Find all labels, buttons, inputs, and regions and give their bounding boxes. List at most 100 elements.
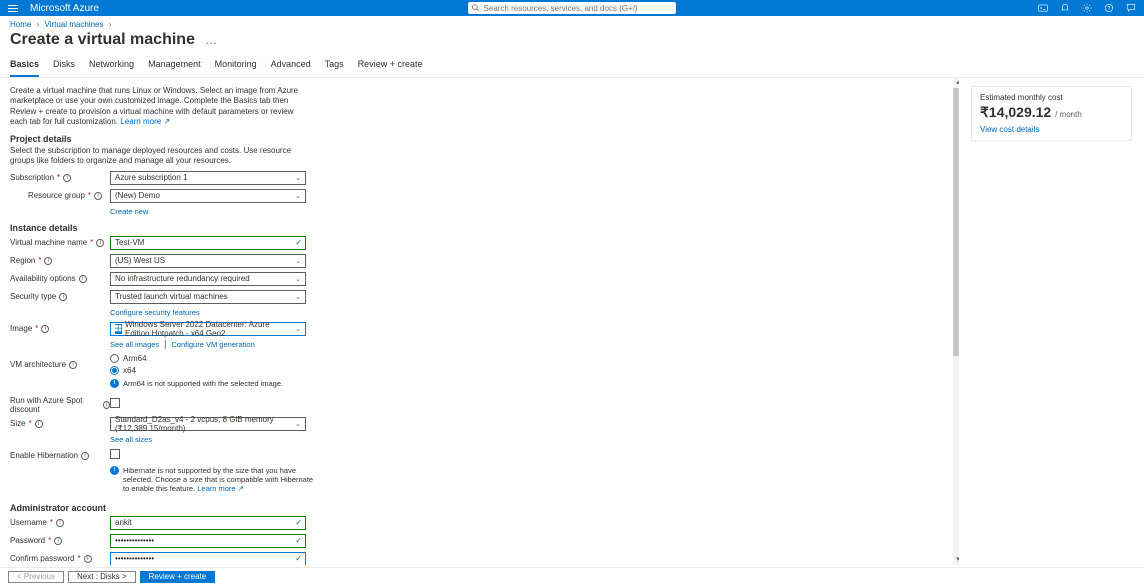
arch-note: iArm64 is not supported with the selecte… bbox=[110, 379, 310, 388]
tab-networking[interactable]: Networking bbox=[89, 55, 134, 77]
resource-group-select[interactable]: (New) Demo⌄ bbox=[110, 189, 306, 203]
info-icon[interactable]: i bbox=[35, 420, 43, 428]
check-icon: ✓ bbox=[295, 536, 302, 545]
scroll-thumb[interactable] bbox=[953, 88, 959, 356]
tab-review[interactable]: Review + create bbox=[358, 55, 423, 77]
info-icon[interactable]: i bbox=[56, 519, 64, 527]
availability-label: Availability options i bbox=[10, 274, 110, 283]
info-icon[interactable]: i bbox=[103, 401, 110, 409]
see-all-sizes-link[interactable]: See all sizes bbox=[110, 435, 152, 444]
info-icon[interactable]: i bbox=[94, 192, 102, 200]
intro-text: Create a virtual machine that runs Linux… bbox=[10, 86, 310, 128]
username-label: Username * i bbox=[10, 518, 110, 527]
chevron-down-icon: ⌄ bbox=[295, 275, 301, 283]
view-cost-details-link[interactable]: View cost details bbox=[980, 125, 1039, 134]
confirm-password-input[interactable]: ••••••••••••••✓ bbox=[110, 552, 306, 565]
info-icon[interactable]: i bbox=[41, 325, 49, 333]
size-select[interactable]: Standard_D2as_v4 - 2 vcpus, 8 GiB memory… bbox=[110, 417, 306, 431]
cloud-shell-icon[interactable] bbox=[1038, 3, 1048, 13]
search-input[interactable] bbox=[484, 4, 672, 13]
settings-icon[interactable] bbox=[1082, 3, 1092, 13]
check-icon: ✓ bbox=[295, 554, 302, 563]
subscription-label: Subscription * i bbox=[10, 173, 110, 182]
top-nav: Microsoft Azure ? bbox=[0, 0, 1144, 16]
wizard-footer: < Previous Next : Disks > Review + creat… bbox=[0, 567, 1144, 585]
cost-panel: Estimated monthly cost ₹14,029.12 / mont… bbox=[959, 78, 1144, 565]
resource-group-label: Resource group * i bbox=[10, 191, 110, 200]
chevron-down-icon: ⌄ bbox=[295, 192, 301, 200]
image-label: Image * i bbox=[10, 324, 110, 333]
help-icon[interactable]: ? bbox=[1104, 3, 1114, 13]
menu-icon[interactable] bbox=[8, 2, 20, 14]
wizard-tabs: Basics Disks Networking Management Monit… bbox=[0, 55, 1144, 78]
username-input[interactable]: ankit✓ bbox=[110, 516, 306, 530]
chevron-down-icon: ⌄ bbox=[295, 257, 301, 265]
more-actions-icon[interactable]: … bbox=[205, 33, 217, 47]
tab-basics[interactable]: Basics bbox=[10, 55, 39, 77]
intro-learn-more-link[interactable]: Learn more ↗ bbox=[120, 117, 170, 126]
info-icon[interactable]: i bbox=[79, 275, 87, 283]
region-select[interactable]: (US) West US⌄ bbox=[110, 254, 306, 268]
form-panel: Create a virtual machine that runs Linux… bbox=[0, 78, 959, 565]
image-select[interactable]: Windows Server 2022 Datacenter: Azure Ed… bbox=[110, 322, 306, 336]
confirm-password-label: Confirm password * i bbox=[10, 554, 110, 563]
review-create-button[interactable]: Review + create bbox=[140, 571, 216, 583]
check-icon: ✓ bbox=[295, 238, 302, 247]
section-instance-heading: Instance details bbox=[10, 223, 949, 233]
availability-select[interactable]: No infrastructure redundancy required⌄ bbox=[110, 272, 306, 286]
breadcrumb-vm[interactable]: Virtual machines bbox=[44, 20, 103, 29]
previous-button[interactable]: < Previous bbox=[8, 571, 64, 583]
create-new-rg-link[interactable]: Create new bbox=[110, 207, 148, 216]
cost-value: ₹14,029.12 / month bbox=[980, 104, 1123, 121]
spot-checkbox[interactable] bbox=[110, 398, 120, 408]
info-note-icon: i bbox=[110, 379, 119, 388]
security-type-label: Security type i bbox=[10, 292, 110, 301]
chevron-down-icon: ⌄ bbox=[295, 293, 301, 301]
vertical-scrollbar[interactable]: ▴ ▾ bbox=[953, 78, 959, 565]
info-icon[interactable]: i bbox=[81, 452, 89, 460]
hibernation-note: iHibernate is not supported by the size … bbox=[110, 466, 316, 493]
breadcrumb-home[interactable]: Home bbox=[10, 20, 31, 29]
svg-text:?: ? bbox=[1108, 6, 1111, 12]
section-admin-heading: Administrator account bbox=[10, 503, 949, 513]
vm-name-label: Virtual machine name * i bbox=[10, 238, 110, 247]
info-note-icon: i bbox=[110, 466, 119, 475]
page-title: Create a virtual machine bbox=[10, 31, 195, 49]
tab-monitoring[interactable]: Monitoring bbox=[215, 55, 257, 77]
hibernation-checkbox[interactable] bbox=[110, 449, 120, 459]
info-icon[interactable]: i bbox=[59, 293, 67, 301]
subscription-select[interactable]: Azure subscription 1⌄ bbox=[110, 171, 306, 185]
vm-architecture-radiogroup: Arm64 x64 bbox=[110, 353, 306, 377]
info-icon[interactable]: i bbox=[63, 174, 71, 182]
info-icon[interactable]: i bbox=[69, 361, 77, 369]
configure-vm-gen-link[interactable]: Configure VM generation bbox=[171, 340, 254, 349]
check-icon: ✓ bbox=[295, 518, 302, 527]
vm-name-input[interactable]: Test-VM✓ bbox=[110, 236, 306, 250]
feedback-icon[interactable] bbox=[1126, 3, 1136, 13]
notifications-icon[interactable] bbox=[1060, 3, 1070, 13]
see-all-images-link[interactable]: See all images bbox=[110, 340, 159, 349]
section-project-heading: Project details bbox=[10, 134, 949, 144]
info-icon[interactable]: i bbox=[54, 537, 62, 545]
chevron-right-icon: › bbox=[109, 20, 112, 29]
tab-disks[interactable]: Disks bbox=[53, 55, 75, 77]
info-icon[interactable]: i bbox=[96, 239, 104, 247]
scroll-up-icon[interactable]: ▴ bbox=[953, 78, 959, 88]
brand-label: Microsoft Azure bbox=[30, 3, 99, 14]
arch-x64-radio[interactable]: x64 bbox=[110, 365, 306, 376]
scroll-down-icon[interactable]: ▾ bbox=[953, 555, 959, 565]
section-project-desc: Select the subscription to manage deploy… bbox=[10, 146, 310, 166]
info-icon[interactable]: i bbox=[84, 555, 92, 563]
configure-security-link[interactable]: Configure security features bbox=[110, 308, 200, 317]
info-icon[interactable]: i bbox=[44, 257, 52, 265]
password-input[interactable]: ••••••••••••••✓ bbox=[110, 534, 306, 548]
security-type-select[interactable]: Trusted launch virtual machines⌄ bbox=[110, 290, 306, 304]
hib-learn-more-link[interactable]: Learn more ↗ bbox=[197, 484, 244, 493]
vm-architecture-label: VM architecture i bbox=[10, 360, 110, 369]
arch-arm64-radio[interactable]: Arm64 bbox=[110, 353, 306, 364]
tab-advanced[interactable]: Advanced bbox=[271, 55, 311, 77]
global-search[interactable] bbox=[468, 2, 676, 14]
next-button[interactable]: Next : Disks > bbox=[68, 571, 136, 583]
tab-tags[interactable]: Tags bbox=[325, 55, 344, 77]
tab-management[interactable]: Management bbox=[148, 55, 201, 77]
